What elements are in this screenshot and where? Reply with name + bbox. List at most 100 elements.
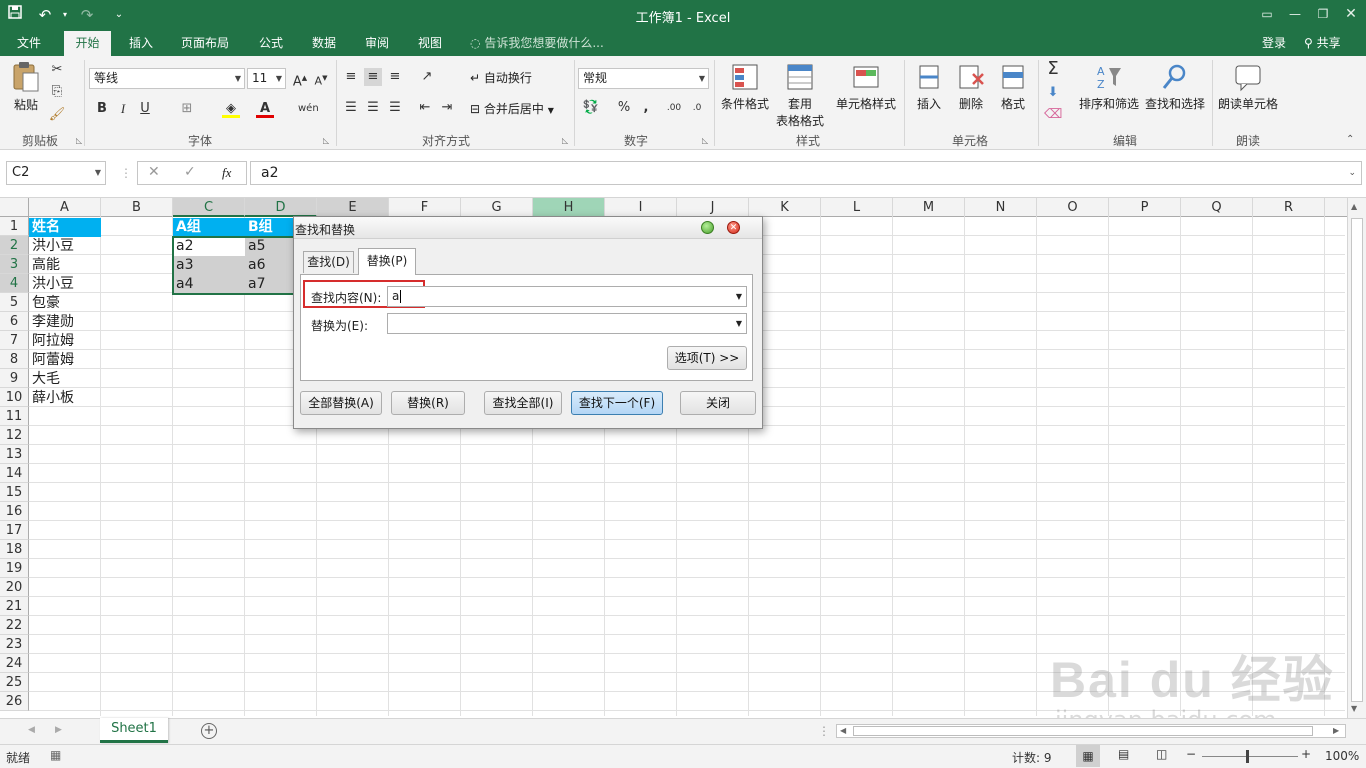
column-header-p[interactable]: P <box>1109 198 1181 217</box>
dialog-close-icon[interactable]: ✕ <box>727 221 740 234</box>
format-painter-icon[interactable]: 🖌 <box>48 106 66 124</box>
sheet-prev-icon[interactable]: ◀ <box>28 725 35 735</box>
vertical-scrollbar[interactable]: ▲ ▼ <box>1347 198 1366 718</box>
row-header[interactable]: 19 <box>0 559 29 578</box>
fill-color-icon[interactable]: ◈ <box>222 100 240 118</box>
dialog-launcher-icon[interactable]: ◺ <box>323 136 329 145</box>
tab-file[interactable]: 文件 <box>13 31 45 56</box>
clear-icon[interactable]: ⌫ <box>1044 106 1062 124</box>
column-header-f[interactable]: F <box>389 198 461 217</box>
tab-view[interactable]: 视图 <box>414 31 446 56</box>
row-header[interactable]: 15 <box>0 483 29 502</box>
page-break-view-icon[interactable]: ◫ <box>1156 747 1167 761</box>
cell-a3[interactable]: 高能 <box>29 256 101 275</box>
italic-icon[interactable]: I <box>114 100 132 118</box>
column-header-o[interactable]: O <box>1037 198 1109 217</box>
cut-icon[interactable]: ✂ <box>48 61 66 79</box>
phonetic-icon[interactable]: wén <box>298 100 319 118</box>
scroll-down-icon[interactable]: ▼ <box>1351 704 1357 713</box>
tab-data[interactable]: 数据 <box>308 31 340 56</box>
row-header[interactable]: 2 <box>0 236 29 255</box>
column-header-c[interactable]: C <box>173 198 245 217</box>
read-cells-button[interactable]: 朗读单元格 <box>1216 62 1280 112</box>
bold-icon[interactable]: B <box>93 100 111 118</box>
cell-a4[interactable]: 洪小豆 <box>29 275 101 294</box>
login-link[interactable]: 登录 <box>1258 31 1290 56</box>
wrap-text-button[interactable]: ↵ 自动换行 <box>470 68 532 88</box>
cell-c1[interactable]: A组 <box>173 218 245 237</box>
column-header-q[interactable]: Q <box>1181 198 1253 217</box>
row-header[interactable]: 1 <box>0 217 29 236</box>
font-name-select[interactable]: 等线 ▼ <box>89 68 245 89</box>
options-button[interactable]: 选项(T) >> <box>667 346 747 370</box>
row-header[interactable]: 10 <box>0 388 29 407</box>
row-header[interactable]: 11 <box>0 407 29 426</box>
decrease-indent-icon[interactable]: ⇤ <box>416 99 434 117</box>
restore-icon[interactable]: ❐ <box>1308 3 1338 25</box>
cell-a9[interactable]: 大毛 <box>29 370 101 389</box>
font-color-icon[interactable]: A <box>256 100 274 118</box>
macro-record-icon[interactable]: ▦ <box>50 748 61 762</box>
underline-icon[interactable]: U <box>136 100 154 118</box>
dialog-launcher-icon[interactable]: ◺ <box>702 136 708 145</box>
find-select-button[interactable]: 查找和选择 <box>1142 62 1208 112</box>
column-header-e[interactable]: E <box>317 198 389 217</box>
minimize-icon[interactable]: — <box>1280 3 1310 25</box>
row-header[interactable]: 25 <box>0 673 29 692</box>
cancel-icon[interactable]: ✕ <box>148 164 160 180</box>
accounting-format-icon[interactable]: 💱 <box>582 99 600 117</box>
tab-split-icon[interactable]: ⋮ <box>818 724 830 738</box>
tab-review[interactable]: 审阅 <box>361 31 393 56</box>
name-box-dropdown-icon[interactable]: ▼ <box>95 162 101 184</box>
replace-input[interactable]: ▼ <box>387 313 747 334</box>
row-header[interactable]: 20 <box>0 578 29 597</box>
ribbon-display-icon[interactable]: ▭ <box>1252 3 1282 25</box>
align-right-icon[interactable]: ☰ <box>386 99 404 117</box>
number-format-select[interactable]: 常规 ▼ <box>578 68 709 89</box>
row-header[interactable]: 7 <box>0 331 29 350</box>
scroll-up-icon[interactable]: ▲ <box>1351 202 1357 211</box>
zoom-out-icon[interactable]: − <box>1186 747 1196 761</box>
zoom-slider[interactable] <box>1202 756 1298 757</box>
zoom-in-icon[interactable]: + <box>1301 747 1311 761</box>
grow-font-icon[interactable]: A▲ <box>291 69 309 89</box>
insert-function-icon[interactable]: fx <box>222 165 231 181</box>
format-cells-button[interactable]: 格式 <box>992 62 1034 112</box>
row-header[interactable]: 18 <box>0 540 29 559</box>
share-button[interactable]: ⚲ 共享 <box>1300 31 1345 56</box>
tab-home[interactable]: 开始 <box>64 31 111 56</box>
row-header[interactable]: 14 <box>0 464 29 483</box>
cell-c4[interactable]: a4 <box>173 275 245 294</box>
align-center-icon[interactable]: ☰ <box>364 99 382 117</box>
decrease-decimal-icon[interactable]: .0 <box>688 99 706 117</box>
autosum-icon[interactable]: Σ <box>1044 60 1062 78</box>
cell-a8[interactable]: 阿蕾姆 <box>29 351 101 370</box>
align-left-icon[interactable]: ☰ <box>342 99 360 117</box>
row-header[interactable]: 16 <box>0 502 29 521</box>
column-header-k[interactable]: K <box>749 198 821 217</box>
row-header[interactable]: 8 <box>0 350 29 369</box>
column-header-b[interactable]: B <box>101 198 173 217</box>
help-icon[interactable] <box>701 221 714 234</box>
tab-replace[interactable]: 替换(P) <box>358 248 416 275</box>
fill-icon[interactable]: ⬇ <box>1044 84 1062 102</box>
dialog-launcher-icon[interactable]: ◺ <box>562 136 568 145</box>
tab-page-layout[interactable]: 页面布局 <box>177 31 233 56</box>
find-next-button[interactable]: 查找下一个(F) <box>571 391 663 415</box>
cell-a10[interactable]: 薛小板 <box>29 389 101 408</box>
row-header[interactable]: 9 <box>0 369 29 388</box>
new-sheet-icon[interactable]: + <box>201 723 217 739</box>
name-box[interactable]: C2 ▼ <box>6 161 106 185</box>
percent-icon[interactable]: % <box>615 99 633 117</box>
find-input[interactable]: a ▼ <box>387 286 747 307</box>
normal-view-icon[interactable]: ▦ <box>1076 745 1100 767</box>
select-all-corner[interactable] <box>0 198 29 217</box>
increase-indent-icon[interactable]: ⇥ <box>438 99 456 117</box>
cell-a2[interactable]: 洪小豆 <box>29 237 101 256</box>
row-header[interactable]: 23 <box>0 635 29 654</box>
enter-icon[interactable]: ✓ <box>184 164 196 180</box>
column-header-h[interactable]: H <box>533 198 605 217</box>
sort-filter-button[interactable]: AZ 排序和筛选 <box>1078 62 1140 112</box>
format-as-table-button[interactable]: 套用 表格格式 <box>772 62 828 129</box>
h-scroll-thumb[interactable] <box>853 726 1313 736</box>
